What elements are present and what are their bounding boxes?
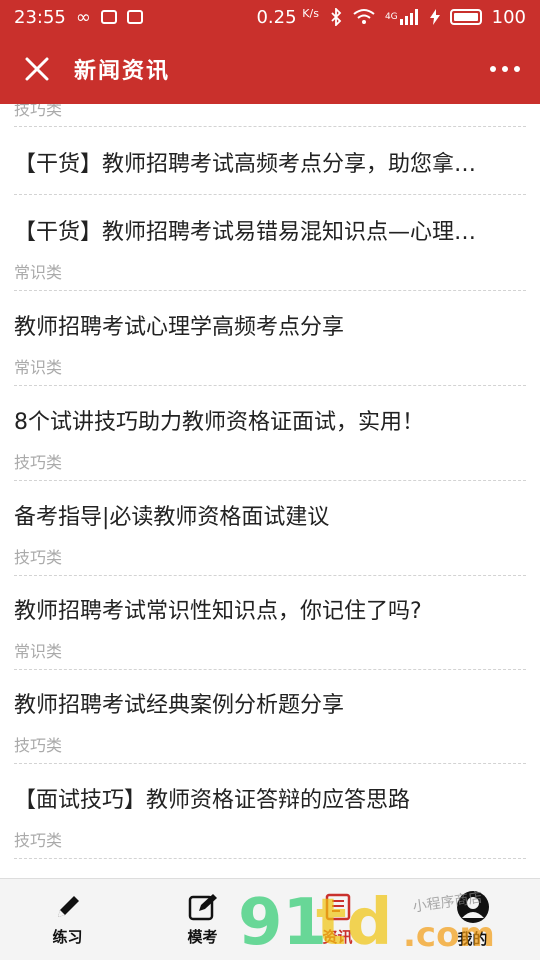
charging-icon: [429, 9, 440, 25]
network-speed-value: 0.25: [256, 6, 297, 28]
divider: [14, 763, 526, 764]
network-speed: 0.25 K/s: [256, 7, 318, 28]
news-title[interactable]: 教师招聘考试经典案例分析题分享: [14, 687, 526, 719]
list-item[interactable]: 【面试技巧】教师资格证答辩的应答思路 技巧类: [14, 782, 526, 851]
news-tag: 常识类: [14, 642, 63, 661]
pencil-icon: [57, 896, 79, 917]
nav-mock-exam[interactable]: 模考: [135, 879, 270, 960]
battery-icon: [449, 9, 482, 25]
wifi-icon: [353, 8, 375, 26]
notification-icon: [100, 10, 117, 24]
status-left: 23:55 ∞: [14, 7, 143, 28]
news-title[interactable]: 备考指导|必读教师资格面试建议: [14, 499, 526, 531]
network-speed-unit: K/s: [302, 6, 319, 20]
news-title[interactable]: 【干货】教师招聘考试易错易混知识点—心理…: [14, 214, 526, 246]
edit-icon: [188, 894, 217, 921]
list-item[interactable]: 教师招聘考试常识性知识点，你记住了吗? 常识类: [14, 593, 526, 662]
news-icon: [325, 893, 350, 921]
news-tag: 技巧类: [14, 548, 63, 567]
nav-label: 模考: [187, 928, 218, 946]
news-tag: 技巧类: [14, 104, 63, 119]
news-list: 技巧类 【干货】教师招聘考试高频考点分享，助您拿… 【干货】教师招聘考试易错易混…: [0, 104, 540, 878]
divider: [14, 385, 526, 386]
news-tag: 常识类: [14, 358, 63, 377]
divider: [14, 575, 526, 576]
bottom-nav: 练习 模考 资讯 我的: [0, 878, 540, 960]
divider: [14, 480, 526, 481]
news-tag: 技巧类: [14, 831, 63, 850]
nav-label: 我的: [457, 930, 488, 948]
bluetooth-icon: [329, 8, 343, 26]
divider: [14, 858, 526, 859]
image-icon: [126, 10, 143, 24]
battery-level: 100: [491, 6, 526, 28]
news-tag: 技巧类: [14, 453, 63, 472]
list-item[interactable]: 【干货】教师招聘考试易错易混知识点—心理… 常识类: [14, 214, 526, 283]
news-title[interactable]: 【干货】教师招聘考试高频考点分享，助您拿…: [14, 146, 526, 178]
status-time: 23:55: [14, 6, 66, 28]
news-title[interactable]: 【面试技巧】教师资格证答辩的应答思路: [14, 782, 526, 814]
nav-news[interactable]: 资讯: [270, 879, 405, 960]
nav-mine[interactable]: 我的: [405, 879, 540, 960]
divider: [14, 669, 526, 670]
signal-icon: 4G: [385, 9, 420, 25]
app-bar: 新闻资讯: [0, 34, 540, 104]
more-dot: [514, 66, 520, 72]
list-item[interactable]: 【干货】教师招聘考试高频考点分享，助您拿…: [14, 146, 526, 178]
news-title[interactable]: 教师招聘考试常识性知识点，你记住了吗?: [14, 593, 526, 625]
more-dot: [502, 66, 508, 72]
status-right: 0.25 K/s 4G 100: [256, 7, 526, 28]
divider: [14, 290, 526, 291]
news-tag: 技巧类: [14, 736, 63, 755]
network-type: 4G: [384, 12, 398, 22]
news-tag: 常识类: [14, 263, 63, 282]
nav-label: 资讯: [322, 928, 353, 946]
close-icon: [25, 57, 49, 81]
divider: [14, 194, 526, 195]
more-dot: [490, 66, 496, 72]
list-item[interactable]: 教师招聘考试经典案例分析题分享 技巧类: [14, 687, 526, 756]
divider: [14, 126, 526, 127]
page-title: 新闻资讯: [74, 59, 171, 84]
list-item[interactable]: 备考指导|必读教师资格面试建议 技巧类: [14, 499, 526, 568]
infinity-icon: ∞: [75, 6, 91, 28]
nav-label: 练习: [52, 928, 83, 946]
status-bar: 23:55 ∞ 0.25 K/s 4G 100: [0, 0, 540, 34]
news-title[interactable]: 教师招聘考试心理学高频考点分享: [14, 309, 526, 341]
list-item[interactable]: 8个试讲技巧助力教师资格证面试，实用！ 技巧类: [14, 404, 526, 473]
more-button[interactable]: [490, 56, 520, 82]
close-button[interactable]: [20, 52, 54, 86]
list-item[interactable]: 教师招聘考试心理学高频考点分享 常识类: [14, 309, 526, 378]
nav-practice[interactable]: 练习: [0, 879, 135, 960]
user-icon: [456, 891, 489, 923]
news-title[interactable]: 8个试讲技巧助力教师资格证面试，实用！: [14, 404, 526, 436]
